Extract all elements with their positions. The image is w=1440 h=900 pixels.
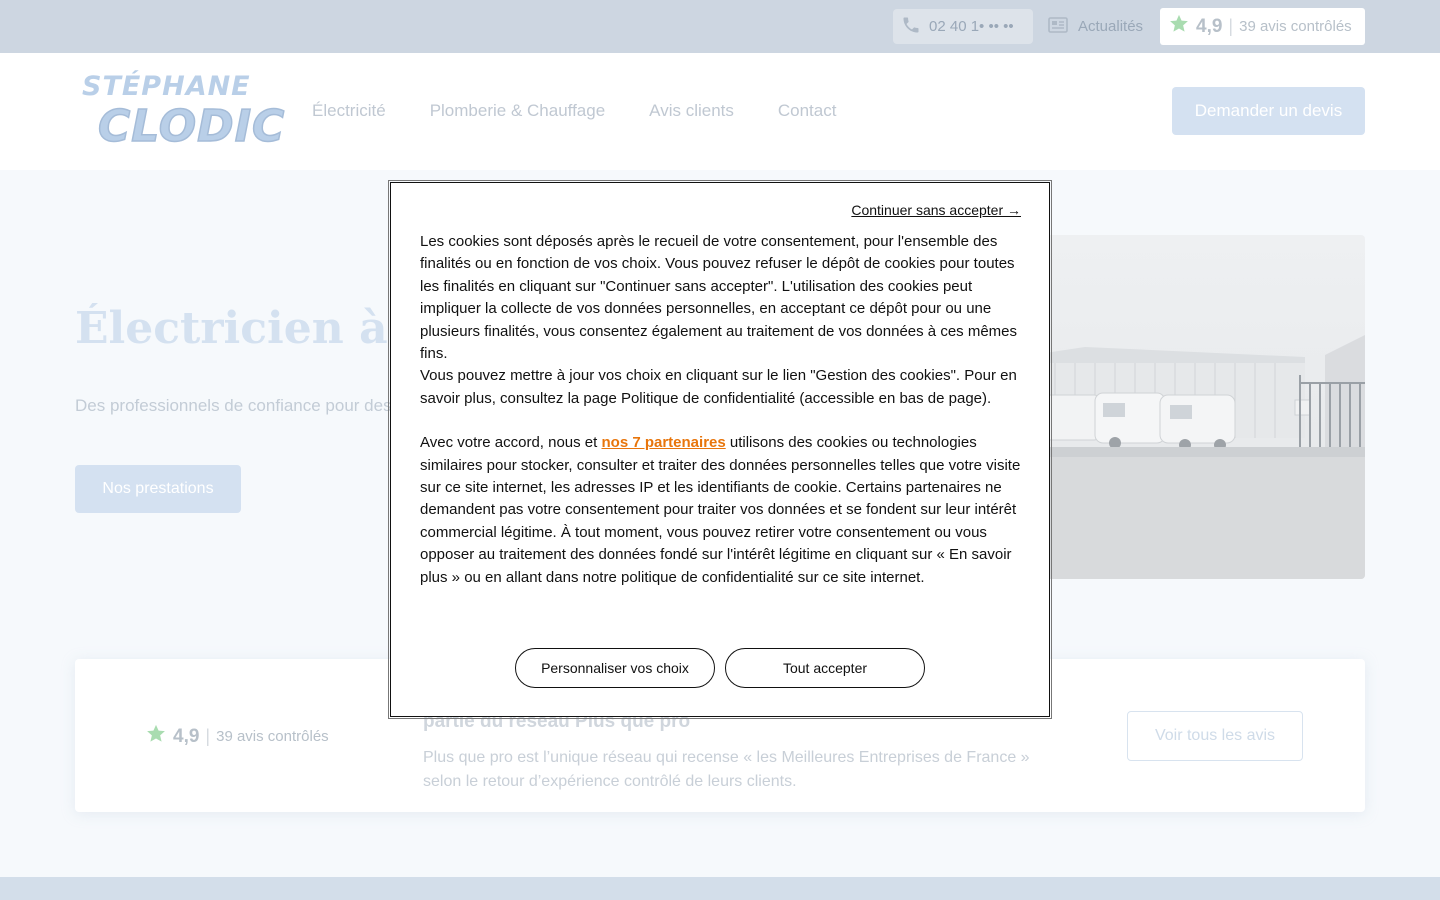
news-link[interactable]: Actualités — [1048, 9, 1143, 44]
star-icon — [1168, 13, 1190, 40]
accept-all-button[interactable]: Tout accepter — [725, 648, 925, 688]
see-all-reviews-button[interactable]: Voir tous les avis — [1127, 711, 1303, 761]
hero-photo — [1045, 235, 1365, 579]
services-button[interactable]: Nos prestations — [75, 465, 241, 513]
cookie-paragraph-1: Les cookies sont déposés après le recuei… — [420, 233, 1017, 363]
reviews-rating-count: 39 avis contrôlés — [216, 728, 329, 745]
logo[interactable]: STÉPHANE CLODIC — [80, 71, 285, 153]
phone-number: 02 40 1• •• •• — [929, 18, 1014, 35]
cookie-paragraph-2: Vous pouvez mettre à jour vos choix en c… — [420, 367, 1017, 407]
logo-line1: STÉPHANE — [82, 71, 251, 102]
cookie-text: Les cookies sont déposés après le recuei… — [420, 231, 1024, 589]
rating-separator: | — [205, 726, 211, 746]
hero-title: Électricien à Miss — [75, 303, 395, 354]
phone-icon — [901, 15, 921, 39]
top-bar: 02 40 1• •• •• Actualités 4,9 | 39 avis … — [0, 0, 1440, 53]
rating-count: 39 avis contrôlés — [1239, 18, 1352, 35]
partners-link[interactable]: nos 7 partenaires — [602, 434, 726, 451]
main-nav: Électricité Plomberie & Chauffage Avis c… — [312, 101, 836, 121]
star-icon — [145, 723, 167, 750]
site-header: STÉPHANE CLODIC Électricité Plomberie & … — [0, 53, 1440, 170]
nav-item-electricite[interactable]: Électricité — [312, 101, 386, 121]
top-rating-badge[interactable]: 4,9 | 39 avis contrôlés — [1160, 8, 1365, 45]
reviews-text: Plus que pro est l’unique réseau qui rec… — [423, 749, 1030, 790]
reviews-rating-badge[interactable]: 4,9 | 39 avis contrôlés — [145, 723, 329, 750]
cookie-paragraph-3: Avec votre accord, nous et nos 7 partena… — [420, 432, 1024, 589]
logo-line2: CLODIC — [97, 100, 286, 153]
cookie-paragraph-3-start: Avec votre accord, nous et — [420, 434, 602, 452]
news-label: Actualités — [1078, 18, 1144, 35]
request-quote-button[interactable]: Demander un devis — [1172, 87, 1365, 135]
nav-item-avis[interactable]: Avis clients — [649, 101, 734, 121]
nav-item-contact[interactable]: Contact — [778, 101, 837, 121]
rating-score: 4,9 — [1196, 15, 1223, 37]
continue-without-accepting-link[interactable]: Continuer sans accepter → — [851, 202, 1021, 218]
bottom-band — [0, 877, 1440, 900]
hero-subtitle: Des professionnels de confiance pour des — [75, 396, 392, 415]
cookie-consent-dialog: Continuer sans accepter → Les cookies so… — [388, 180, 1052, 719]
customize-choices-button[interactable]: Personnaliser vos choix — [515, 648, 715, 688]
newspaper-icon — [1048, 16, 1068, 37]
nav-item-plomberie[interactable]: Plomberie & Chauffage — [430, 101, 605, 121]
phone-button[interactable]: 02 40 1• •• •• — [893, 9, 1033, 44]
reviews-rating-score: 4,9 — [173, 725, 200, 747]
cookie-paragraph-3-end: utilisons des cookies ou technologies si… — [420, 434, 1021, 586]
rating-separator: | — [1228, 16, 1234, 36]
